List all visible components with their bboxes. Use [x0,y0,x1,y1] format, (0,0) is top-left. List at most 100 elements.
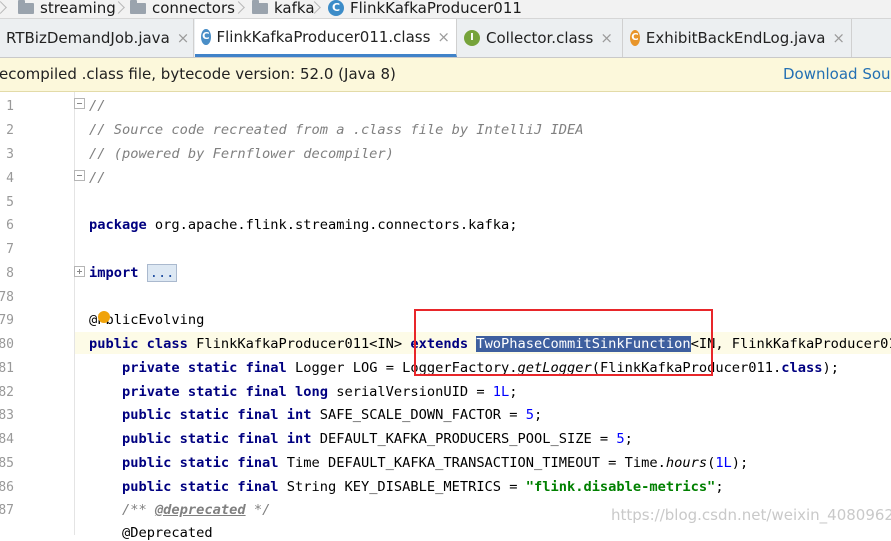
keyword: private static final [121,360,287,376]
code-line: // Source code recreated from a .class f… [89,122,583,138]
keyword: private static final long [121,384,328,400]
editor-tab-bar: RTBizDemandJob.java × C FlinkKafkaProduc… [0,19,891,58]
javadoc-line: /** @deprecated */ [89,502,270,518]
line-number: 3 [6,147,14,162]
collapsed-imports[interactable]: ... [146,264,178,282]
tab-flinkkafkaproducer011[interactable]: C FlinkKafkaProducer011.class × [195,19,457,57]
keyword: public static final [121,479,279,495]
intention-bulb-icon[interactable] [98,311,110,323]
highlight-annotation-box [414,309,713,376]
tab-label: ExhibitBackEndLog.java [645,29,826,47]
fold-collapse-icon[interactable] [74,98,85,109]
code-text: ; [509,384,518,400]
tab-label: FlinkKafkaProducer011.class [216,27,431,46]
breadcrumb-item-kafka[interactable]: kafka [252,0,315,18]
comment: // [89,170,106,186]
code-line: // [89,170,105,186]
code-text: SAFE_SCALE_DOWN_FACTOR = [311,407,526,423]
class-file-icon: C [201,28,211,45]
javadoc-tag: @deprecated [154,502,246,518]
folder-icon [130,0,146,14]
number-literal: 1L [492,384,510,400]
code-text: ; [534,407,543,423]
line-number: 6 [6,218,14,233]
java-class-icon: C [630,30,640,46]
keyword: public static final [121,455,279,471]
close-icon[interactable]: × [437,28,450,46]
close-icon[interactable]: × [832,29,845,47]
code-text: ; [624,431,633,447]
code-line: // (powered by Fernflower decompiler) [89,146,394,162]
breadcrumb-label: FlinkKafkaProducer011 [350,0,522,17]
breadcrumb-label: connectors [152,0,235,17]
line-number: 86 [0,480,14,495]
field-line: public static final String KEY_DISABLE_M… [89,479,724,495]
close-icon[interactable]: × [600,29,613,47]
field-name: LOG [352,360,378,376]
fold-collapse-icon[interactable] [74,170,85,181]
field-line: public static final int DEFAULT_KAFKA_PR… [89,431,633,447]
breadcrumb-item-class[interactable]: C FlinkKafkaProducer011 [328,0,522,18]
interface-icon: I [464,30,480,46]
tab-collector[interactable]: I Collector.class × [458,19,623,57]
line-number: 80 [0,337,14,352]
annotation-line: @Deprecated [89,525,213,541]
chevron-right-icon [114,0,122,17]
breadcrumb-item-connectors[interactable]: connectors [130,0,235,18]
method-call: hours [665,455,708,471]
number-literal: 1L [715,455,732,471]
comment: // [89,98,106,114]
chevron-right-icon [234,0,242,17]
comment: /** [121,502,155,518]
package-name: org.apache.flink.streaming.connectors.ka… [146,217,518,233]
field-line: public static final int SAFE_SCALE_DOWN_… [89,407,542,423]
breadcrumb-label: streaming [40,0,116,17]
line-number: 8 [6,266,14,281]
line-number: 2 [6,123,14,138]
line-number: 79 [0,313,14,328]
fold-expand-icon[interactable] [74,266,85,277]
comment: */ [245,502,271,518]
class-icon: C [328,0,344,16]
code-text: ); [731,455,749,471]
code-text: String KEY_DISABLE_METRICS = [278,479,526,495]
tab-label: Collector.class [486,29,594,47]
line-number: 84 [0,432,14,447]
chevron-right-icon [310,0,318,17]
number-literal: 5 [525,407,535,423]
decompiled-notice-banner: ecompiled .class file, bytecode version:… [0,58,891,92]
line-number: 1 [6,99,14,114]
code-text: DEFAULT_KAFKA_PRODUCERS_POOL_SIZE = [311,431,617,447]
line-number: 87 [0,503,14,518]
code-text: ); [822,360,839,376]
notice-text: ecompiled .class file, bytecode version:… [0,65,396,83]
code-text: Time DEFAULT_KAFKA_TRANSACTION_TIMEOUT =… [278,455,666,471]
keyword: package [89,217,147,233]
number-literal: 5 [616,431,625,447]
code-text: serialVersionUID = [327,384,493,400]
keyword: class [781,360,823,376]
string-literal: "flink.disable-metrics" [525,479,716,495]
tab-rtbizdemandjob[interactable]: RTBizDemandJob.java × [0,19,194,57]
line-number: 5 [6,195,14,210]
line-number: 7 [6,242,14,257]
field-line: private static final long serialVersionU… [89,384,518,400]
line-number: 4 [6,171,14,186]
line-number: 82 [0,385,14,400]
type: Logger [286,360,353,376]
class-name: FlinkKafkaProducer011<IN> [187,336,411,352]
tab-exhibitbackendlog[interactable]: C ExhibitBackEndLog.java × [624,19,852,57]
import-line: import ... [89,264,178,282]
line-number: 85 [0,456,14,471]
keyword: public class [89,336,188,352]
keyword: public static final int [121,431,312,447]
type-params: <IN, FlinkKafkaProducer011.K [690,336,891,352]
close-icon[interactable]: × [177,29,190,47]
keyword: public static final int [121,407,312,423]
field-line: public static final Time DEFAULT_KAFKA_T… [89,455,748,471]
line-number: 81 [0,361,14,376]
breadcrumb-item-streaming[interactable]: streaming [18,0,116,18]
code-line: // [89,98,105,114]
comment: // (powered by Fernflower decompiler) [89,146,394,162]
download-sources-link[interactable]: Download Sou [783,65,891,83]
